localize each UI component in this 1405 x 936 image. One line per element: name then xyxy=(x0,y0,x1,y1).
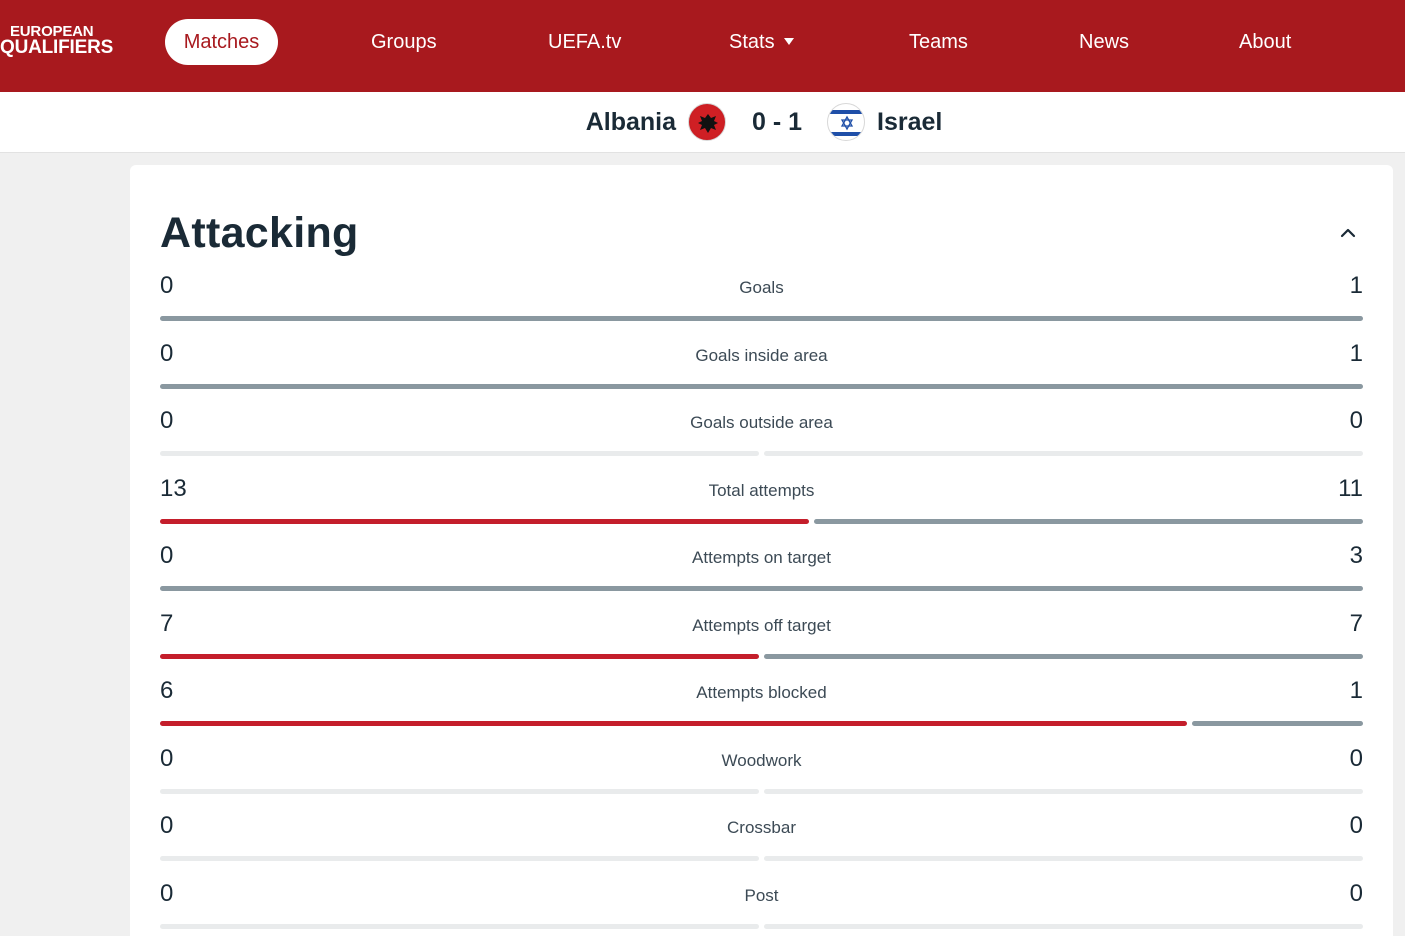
collapse-section-button[interactable] xyxy=(1336,222,1360,242)
away-stat-bar xyxy=(764,788,1363,794)
away-stat-bar xyxy=(764,856,1363,861)
away-stat-value: 0 xyxy=(1349,407,1363,434)
stat-label: Crossbar xyxy=(727,818,796,837)
away-stat-value: 1 xyxy=(1349,339,1363,367)
away-stat-bar xyxy=(1191,721,1363,726)
away-stat-value: 0 xyxy=(1349,812,1363,839)
away-stat-value: 11 xyxy=(1338,474,1363,502)
chevron-down-icon xyxy=(783,37,794,45)
stat-label: Goals outside area xyxy=(690,413,833,432)
stat-row: 0 Woodwork 0 xyxy=(160,744,1363,811)
top-navigation: EUROPEAN QUALIFIERS Matches Groups UEFA.… xyxy=(0,0,1405,92)
stat-label: Post xyxy=(744,885,779,905)
match-score: 0 - 1 xyxy=(752,108,803,136)
stat-label: Attempts off target xyxy=(692,615,831,635)
stat-row: 0 Crossbar 0 xyxy=(160,811,1363,878)
home-stat-bar xyxy=(160,856,759,861)
home-stat-bar xyxy=(160,451,759,456)
nav-item-matches[interactable]: Matches xyxy=(165,19,278,65)
stat-row: 0 Post 0 xyxy=(160,879,1363,936)
stat-row: 0 Attempts on target 3 xyxy=(160,541,1363,608)
away-stat-bar xyxy=(813,518,1363,524)
european-qualifiers-logo[interactable]: EUROPEAN QUALIFIERS xyxy=(0,24,114,58)
albania-flag-icon xyxy=(688,103,726,141)
stat-label: Woodwork xyxy=(721,750,802,770)
away-stat-value: 1 xyxy=(1349,677,1363,704)
section-title: Attacking xyxy=(160,209,359,257)
nav-item-news[interactable]: News xyxy=(1079,19,1129,65)
home-stat-bar xyxy=(160,653,759,659)
match-score-bar: Albania 0 - 1 Israel xyxy=(0,92,1405,153)
away-stat-value: 3 xyxy=(1349,542,1363,569)
stat-label: Attempts blocked xyxy=(696,683,827,702)
stat-label: Total attempts xyxy=(708,480,815,500)
nav-item-groups[interactable]: Groups xyxy=(371,19,437,65)
away-stat-value: 1 xyxy=(1349,272,1363,299)
away-stat-value: 7 xyxy=(1349,609,1363,637)
nav-item-about[interactable]: About xyxy=(1239,19,1291,65)
home-stat-bar xyxy=(160,518,809,524)
stat-label: Goals inside area xyxy=(695,345,828,365)
stat-row: 7 Attempts off target 7 xyxy=(160,609,1363,676)
away-stat-bar xyxy=(160,383,1363,389)
chevron-up-icon xyxy=(1340,228,1356,238)
stat-row: 6 Attempts blocked 1 xyxy=(160,676,1363,743)
home-stat-bar xyxy=(160,721,1187,726)
away-stat-bar xyxy=(160,586,1363,591)
stat-row: 0 Goals 1 xyxy=(160,271,1363,338)
home-stat-bar xyxy=(160,923,759,929)
nav-item-teams[interactable]: Teams xyxy=(909,19,968,65)
home-stat-bar xyxy=(160,788,759,794)
away-stat-value: 0 xyxy=(1349,879,1363,907)
israel-flag-icon xyxy=(827,103,865,141)
nav-item-uefa-tv[interactable]: UEFA.tv xyxy=(548,19,621,65)
logo-line-2: QUALIFIERS xyxy=(0,37,114,58)
nav-item-stats[interactable]: Stats xyxy=(729,19,794,65)
stat-label: Attempts on target xyxy=(692,548,831,567)
away-stat-bar xyxy=(160,316,1363,321)
stat-row: 0 Goals outside area 0 xyxy=(160,406,1363,473)
away-stat-bar xyxy=(764,653,1363,659)
stat-row: 13 Total attempts 11 xyxy=(160,474,1363,541)
away-stat-bar xyxy=(764,923,1363,929)
stat-row: 0 Goals inside area 1 xyxy=(160,339,1363,406)
stat-label: Goals xyxy=(739,278,784,297)
away-stat-value: 0 xyxy=(1349,744,1363,772)
away-team-name: Israel xyxy=(877,108,943,136)
away-stat-bar xyxy=(764,451,1363,456)
home-team-name: Albania xyxy=(585,108,676,136)
nav-item-stats-label: Stats xyxy=(729,31,775,53)
